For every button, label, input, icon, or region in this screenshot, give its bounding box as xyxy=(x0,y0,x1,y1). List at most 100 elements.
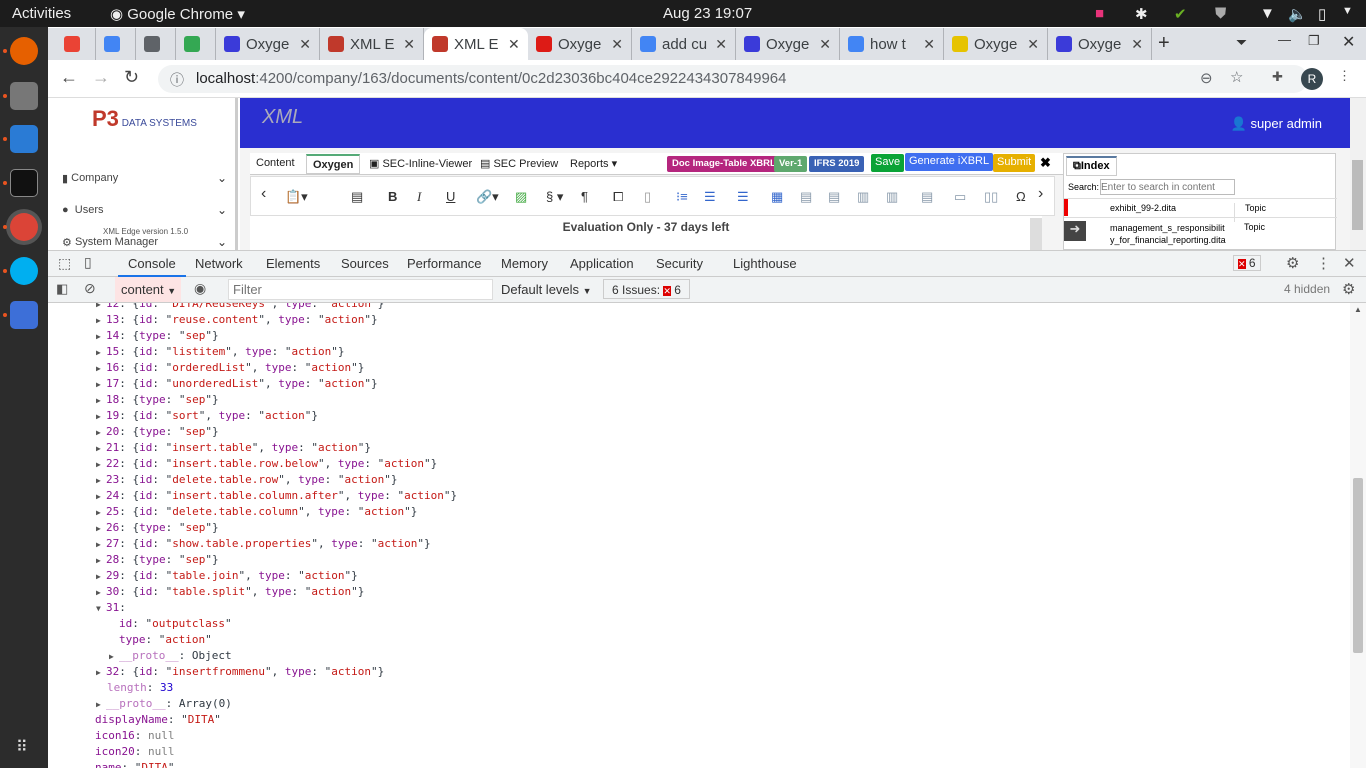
console-line[interactable]: length: 33 xyxy=(107,680,173,696)
console-settings-icon[interactable]: ⚙ xyxy=(1342,280,1355,298)
extensions-icon[interactable]: ✚ xyxy=(1272,69,1283,85)
browser-tab[interactable] xyxy=(56,28,96,60)
section-icon[interactable]: § ▾ xyxy=(546,189,563,205)
skype-icon[interactable] xyxy=(10,257,38,285)
close-tab-icon[interactable]: ✕ xyxy=(715,36,727,53)
tab-oxygen[interactable]: Oxygen xyxy=(306,154,361,174)
console-line[interactable]: type: "action" xyxy=(119,632,212,648)
tab-search-icon[interactable]: ⏷ xyxy=(1236,34,1247,51)
expand-arrow-icon[interactable]: ▶ xyxy=(96,665,106,681)
console-line[interactable]: icon16: null xyxy=(95,728,175,744)
list-item-icon[interactable]: ⁝≡ xyxy=(676,189,688,205)
paragraph-icon[interactable]: ¶ xyxy=(581,189,588,204)
console-line[interactable]: ▶ 25: {id: "delete.table.column", type: "… xyxy=(96,504,417,520)
console-line[interactable]: ▶ 21: {id: "insert.table", type: "action"… xyxy=(96,440,371,456)
console-line[interactable]: ▶ 13: {id: "reuse.content", type: "action… xyxy=(96,312,378,328)
tab-index[interactable]: ⧉Index xyxy=(1066,156,1117,176)
console-line[interactable]: ▶ 24: {id: "insert.table.column.after", t… xyxy=(96,488,457,504)
profile-avatar[interactable]: R xyxy=(1301,68,1323,90)
bookmark-star-icon[interactable]: ☆ xyxy=(1230,68,1243,86)
browser-tab[interactable]: XML E ✕ xyxy=(320,28,424,60)
browser-tab[interactable]: Oxyge ✕ xyxy=(1048,28,1152,60)
browser-tab[interactable]: XML E ✕ xyxy=(424,28,528,60)
devtools-tab-performance[interactable]: Performance xyxy=(407,256,481,271)
slack-icon[interactable]: ✱ xyxy=(1135,5,1148,23)
wifi-icon[interactable]: ▼ xyxy=(1260,5,1275,22)
maximize-button[interactable]: ❐ xyxy=(1308,33,1320,49)
devtools-tab-security[interactable]: Security xyxy=(656,256,703,271)
console-scrollbar[interactable]: ▲ xyxy=(1350,303,1366,768)
expand-arrow-icon[interactable]: ▶ xyxy=(96,441,106,457)
console-line[interactable]: ▶ 18: {type: "sep"} xyxy=(96,392,219,408)
devtools-tab-sources[interactable]: Sources xyxy=(341,256,389,271)
firefox-icon[interactable] xyxy=(10,37,38,65)
insert-component-icon[interactable]: ⧠ xyxy=(613,189,623,205)
expand-arrow-icon[interactable]: ▶ xyxy=(96,425,106,441)
minimize-button[interactable]: — xyxy=(1278,32,1291,47)
reports-dropdown[interactable]: Reports ▾ xyxy=(564,154,623,174)
browser-tab[interactable]: how t ✕ xyxy=(840,28,944,60)
page-scrollbar[interactable] xyxy=(1350,98,1366,250)
address-bar[interactable]: ⓘ localhost:4200/company/163/documents/c… xyxy=(158,65,1308,93)
browser-tab[interactable] xyxy=(136,28,176,60)
tab-sec-preview[interactable]: ▤ SEC Preview xyxy=(474,154,564,174)
expand-arrow-icon[interactable]: ▶ xyxy=(96,697,106,713)
close-devtools-icon[interactable]: ✕ xyxy=(1343,254,1356,272)
console-line[interactable]: ▶ 16: {id: "orderedList", type: "action"} xyxy=(96,360,364,376)
browser-tab[interactable] xyxy=(96,28,136,60)
close-tab-icon[interactable]: ✕ xyxy=(923,36,935,53)
inspect-element-icon[interactable]: ⬚ xyxy=(58,255,71,272)
close-icon[interactable]: ✖ xyxy=(1040,155,1051,171)
context-selector[interactable]: content ▼ xyxy=(115,277,181,302)
console-line[interactable]: ▶ 20: {type: "sep"} xyxy=(96,424,219,440)
sidebar-item-company[interactable]: ▮ Company ⌄ xyxy=(62,171,227,185)
forward-button[interactable]: → xyxy=(92,67,110,88)
site-info-icon[interactable]: ⓘ xyxy=(170,70,184,90)
unordered-list-icon[interactable]: ☰ xyxy=(737,189,749,205)
sidebar-item-users[interactable]: ● Users ⌄ xyxy=(62,203,227,217)
device-toolbar-icon[interactable]: ▯ xyxy=(84,254,92,271)
back-button[interactable]: ← xyxy=(60,67,78,88)
table-icon[interactable]: ▦ xyxy=(771,189,783,205)
console-line[interactable]: ▶ __proto__: Array(0) xyxy=(96,696,232,712)
console-line[interactable]: icon20: null xyxy=(95,744,175,760)
generate-ixbrl-button[interactable]: Generate iXBRL xyxy=(905,153,994,171)
clock[interactable]: Aug 23 19:07 xyxy=(663,5,752,22)
split-icon[interactable]: ▯▯ xyxy=(984,189,998,205)
expand-arrow-icon[interactable]: ▶ xyxy=(96,569,106,585)
expand-arrow-icon[interactable]: ▶ xyxy=(96,313,106,329)
console-line[interactable]: ▶ 22: {id: "insert.table.row.below", type… xyxy=(96,456,437,472)
volume-icon[interactable]: 🔈 xyxy=(1288,5,1307,23)
more-options-icon[interactable]: ⋮ xyxy=(1316,254,1331,272)
close-tab-icon[interactable]: ✕ xyxy=(299,36,311,53)
browser-tab[interactable]: Oxyge ✕ xyxy=(216,28,320,60)
expand-arrow-icon[interactable]: ▶ xyxy=(96,361,106,377)
files-icon[interactable] xyxy=(10,82,38,110)
console-line[interactable]: ▶ 19: {id: "sort", type: "action"} xyxy=(96,408,318,424)
console-line[interactable]: ▶ 12: {id: "DITA/ReuseKeys", type: "actio… xyxy=(96,303,384,312)
jetbrains-icon[interactable]: ■ xyxy=(1095,5,1104,22)
insert-row-icon[interactable]: ▤ xyxy=(800,189,812,205)
console-line[interactable]: ▶ 27: {id: "show.table.properties", type:… xyxy=(96,536,431,552)
console-line[interactable]: ▶ 15: {id: "listitem", type: "action"} xyxy=(96,344,344,360)
console-line[interactable]: ▶ 29: {id: "table.join", type: "action"} xyxy=(96,568,358,584)
scroll-left-icon[interactable]: ‹ xyxy=(261,185,266,203)
index-search-input[interactable] xyxy=(1100,179,1235,195)
battery-icon[interactable]: ▯ xyxy=(1318,5,1326,23)
close-window-button[interactable]: ✕ xyxy=(1342,32,1355,52)
terminal-icon[interactable] xyxy=(10,169,38,197)
log-levels-dropdown[interactable]: Default levels ▼ xyxy=(501,282,592,297)
app-menu[interactable]: ◉ Google Chrome ▾ xyxy=(110,5,245,23)
console-line[interactable]: ▶ 32: {id: "insertfrommenu", type: "actio… xyxy=(96,664,384,680)
chrome-icon[interactable] xyxy=(10,213,38,241)
document-icon[interactable]: ▤ xyxy=(351,189,363,205)
browser-tab[interactable]: Oxyge ✕ xyxy=(736,28,840,60)
arrow-right-circle-icon[interactable]: ➜ xyxy=(1064,221,1086,241)
console-line[interactable]: ▶ 17: {id: "unorderedList", type: "action… xyxy=(96,376,378,392)
devtools-tab-application[interactable]: Application xyxy=(570,256,634,271)
image-icon[interactable]: ▨ xyxy=(515,189,527,205)
index-row[interactable]: ➜ management_s_responsibility_for_financi… xyxy=(1064,217,1337,251)
delete-column-icon[interactable]: ▥ xyxy=(886,189,898,205)
scroll-right-icon[interactable]: › xyxy=(1038,185,1043,203)
expand-arrow-icon[interactable]: ▶ xyxy=(96,585,106,601)
